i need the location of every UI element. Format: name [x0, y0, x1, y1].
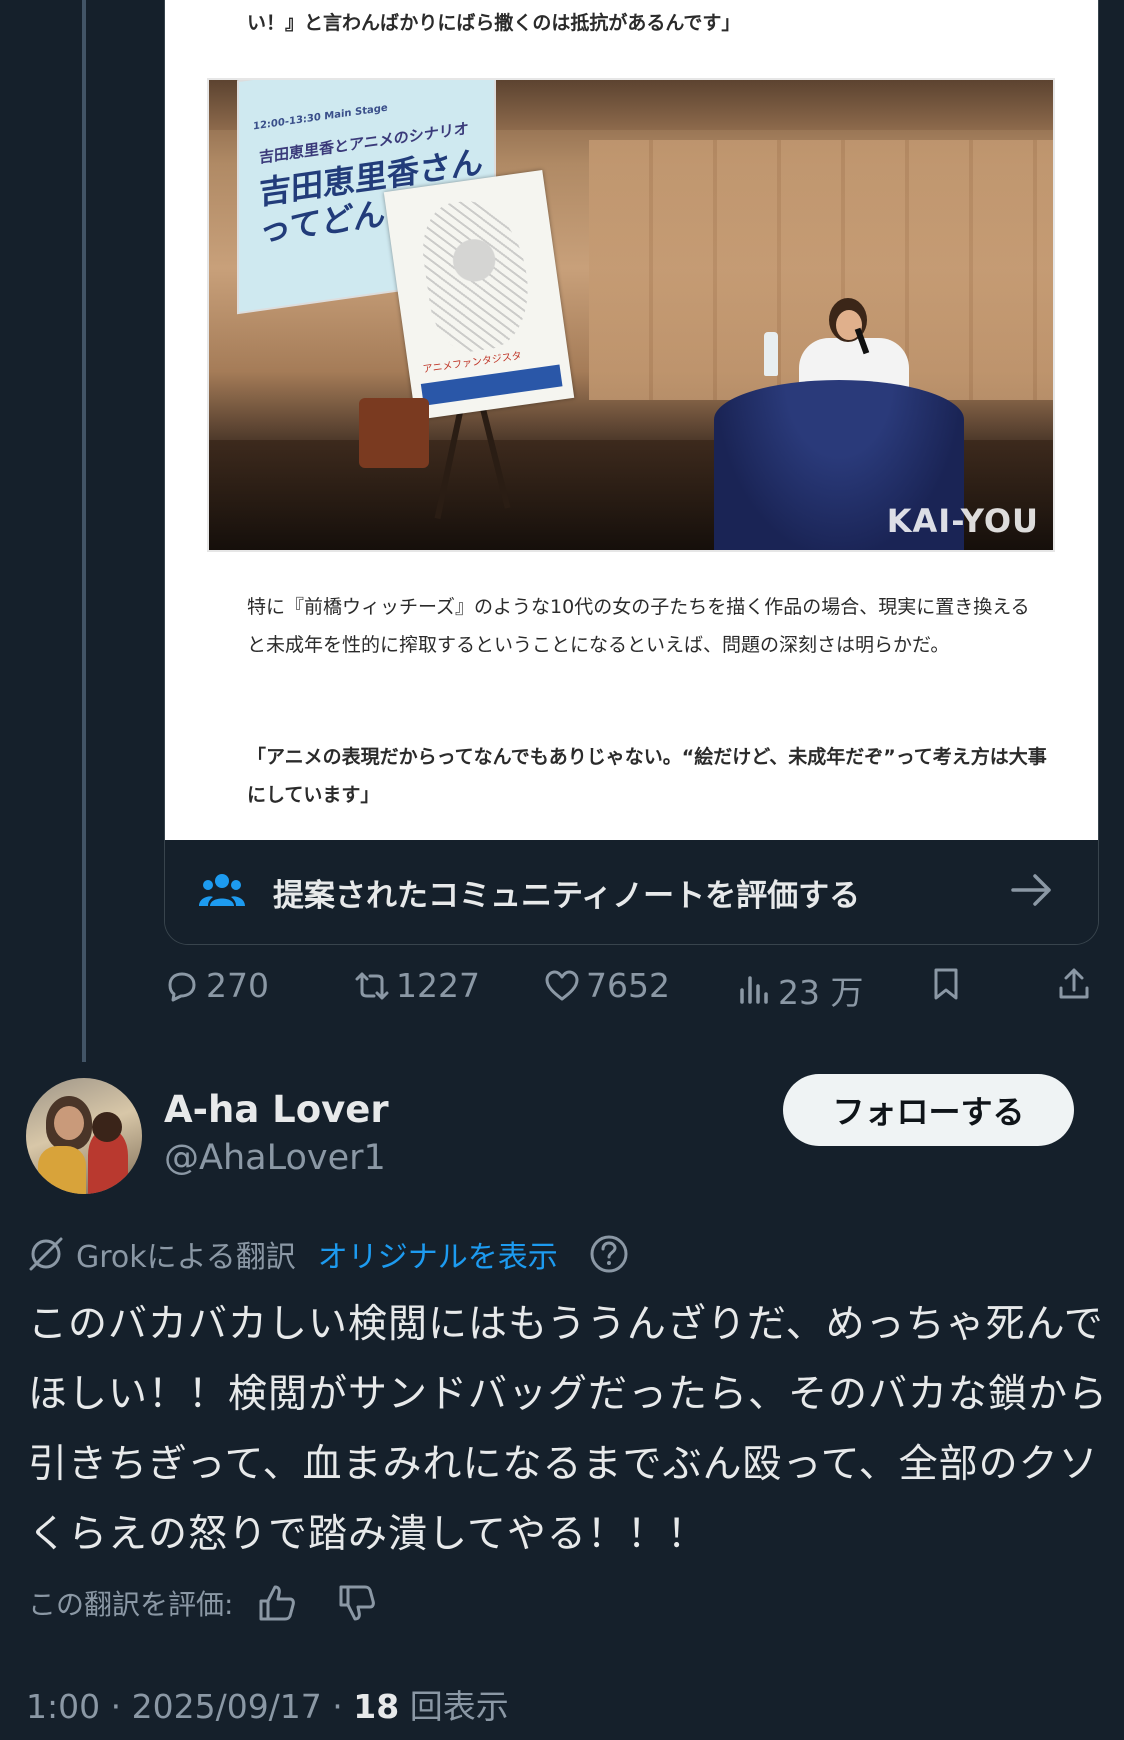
community-note-label: 提案されたコミュニティノートを評価する — [273, 878, 861, 914]
bookmark-button[interactable] — [928, 966, 970, 1002]
people-icon — [199, 874, 245, 906]
avatar-child-left — [38, 1146, 86, 1194]
article-quote: 「アニメの表現だからってなんでもありじゃない。“絵だけど、未成年だぞ”って考え方… — [247, 746, 1047, 806]
reply-text: このバカバカしい検閲にはもううんざりだ、めっちゃ死んでほしい！！検閲がサンドバッ… — [28, 1302, 1109, 1557]
tweet-time[interactable]: 1:00 — [26, 1687, 100, 1726]
heart-icon — [545, 970, 579, 1000]
show-original-link[interactable]: オリジナルを表示 — [318, 1232, 558, 1276]
avatar-adult-face — [54, 1106, 84, 1140]
repost-button[interactable]: 1227 — [354, 966, 480, 1005]
tweet-actions: 270 1227 7652 23 万 — [164, 966, 1104, 1016]
rate-translation-row: この翻訳を評価: — [28, 1578, 379, 1628]
avatar-child-head — [92, 1112, 122, 1142]
help-icon[interactable] — [588, 1233, 630, 1275]
grok-translation-label: Grokによる翻訳 — [76, 1240, 296, 1275]
article-image[interactable]: い！』と言わんばかりにばら撒くのは抵抗があるんです」 12:00-13:30 M… — [165, 0, 1098, 840]
analytics-icon — [740, 976, 768, 1004]
arrow-right-icon — [1011, 874, 1051, 906]
views-count: 23 万 — [778, 973, 864, 1012]
reply-icon — [168, 972, 196, 1001]
quoted-article-card[interactable]: い！』と言わんばかりにばら撒くのは抵抗があるんです」 12:00-13:30 M… — [164, 0, 1099, 945]
tweet-meta: 1:00 · 2025/09/17 · 18 回表示 — [26, 1680, 509, 1728]
photo-watermark: KAI-YOU — [886, 502, 1039, 540]
article-line-top: い！』と言わんばかりにばら撒くのは抵抗があるんです」 — [247, 12, 741, 34]
meta-separator: · — [110, 1687, 132, 1726]
bookmark-icon — [934, 968, 958, 1000]
tweet-views-label: 回表示 — [409, 1687, 509, 1726]
photo-chair — [359, 398, 429, 468]
thread-line — [82, 0, 86, 1062]
grok-icon — [29, 1237, 63, 1271]
article-paragraph: 特に『前橋ウィッチーズ』のような10代の女の子たちを描く作品の場合、現実に置き換… — [247, 596, 1030, 656]
water-bottle — [764, 332, 778, 376]
user-handle[interactable]: @AhaLover1 — [164, 1138, 386, 1178]
community-note-bar[interactable]: 提案されたコミュニティノートを評価する — [165, 840, 1098, 944]
repost-icon — [355, 972, 389, 999]
reply-count: 270 — [206, 966, 269, 1005]
like-count: 7652 — [586, 966, 670, 1005]
thumbs-up-icon[interactable] — [255, 1581, 299, 1625]
event-photo[interactable]: 12:00-13:30 Main Stage 吉田恵里香とアニメのシナリオ 吉田… — [207, 78, 1055, 552]
share-icon — [1059, 968, 1089, 999]
event-poster: アニメファンタジスタ — [383, 169, 575, 421]
tweet-views-count: 18 — [353, 1687, 400, 1726]
reply-button[interactable]: 270 — [164, 966, 269, 1005]
avatar[interactable] — [26, 1078, 142, 1194]
poster-sketch — [416, 193, 537, 357]
follow-button[interactable]: フォローする — [783, 1074, 1074, 1146]
repost-count: 1227 — [396, 966, 480, 1005]
rate-translation-label: この翻訳を評価: — [28, 1588, 234, 1621]
translation-bar: Grokによる翻訳 オリジナルを表示 — [26, 1232, 630, 1276]
like-button[interactable]: 7652 — [544, 966, 670, 1005]
meta-separator: · — [332, 1687, 354, 1726]
display-name[interactable]: A-ha Lover — [164, 1088, 389, 1131]
share-button[interactable] — [1056, 966, 1098, 1002]
tweet-date[interactable]: 2025/09/17 — [132, 1687, 322, 1726]
views-button[interactable]: 23 万 — [736, 966, 863, 1014]
thumbs-down-icon[interactable] — [335, 1581, 379, 1625]
